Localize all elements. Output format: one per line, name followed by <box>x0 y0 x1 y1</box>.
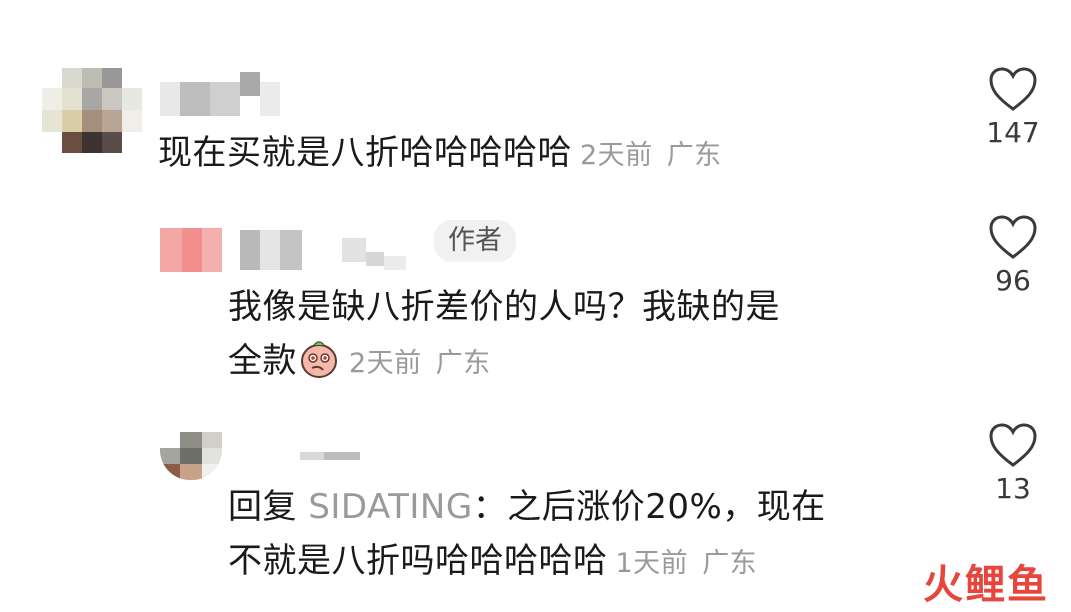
comment-time: 2天前 <box>349 348 422 379</box>
comment-text: 现在买就是八折哈哈哈哈哈 2天前 广东 <box>158 126 722 183</box>
watermark-logo: 火鲤鱼 <box>923 562 1049 608</box>
comment-meta: 2天前 广东 <box>580 140 722 171</box>
like-count: 147 <box>986 116 1040 149</box>
heart-icon[interactable] <box>988 214 1038 260</box>
username[interactable] <box>240 230 406 270</box>
reply-prefix: 回复 <box>228 487 297 527</box>
comment-meta: 2天前 广东 <box>349 348 491 379</box>
heart-icon[interactable] <box>988 66 1038 112</box>
like-button[interactable]: 13 <box>978 422 1048 505</box>
emoji-icon <box>301 341 337 378</box>
comment-body-line2-wrap: 不就是八折吗哈哈哈哈哈 1天前 广东 <box>228 534 826 591</box>
avatar[interactable] <box>160 228 222 272</box>
avatar[interactable] <box>160 432 222 480</box>
heart-icon[interactable] <box>988 422 1038 468</box>
like-count: 96 <box>995 264 1031 297</box>
comment-location: 广东 <box>435 348 491 379</box>
comment-text: 回复 SIDATING：之后涨价20%，现在 不就是八折吗哈哈哈哈哈 1天前 广东 <box>228 480 826 591</box>
username[interactable] <box>160 72 280 116</box>
comment-location: 广东 <box>702 548 758 579</box>
like-count: 13 <box>995 472 1031 505</box>
author-badge: 作者 <box>434 220 516 262</box>
reply-target[interactable]: SIDATING <box>308 487 472 527</box>
comment-meta: 1天前 广东 <box>616 548 758 579</box>
comment-time: 2天前 <box>580 140 653 171</box>
comment-time: 1天前 <box>615 548 689 579</box>
comment-body-line1: 我像是缺八折差价的人吗？我缺的是 <box>228 287 780 327</box>
comment-body-line2: 全款 <box>228 341 297 381</box>
comment-location: 广东 <box>666 140 722 171</box>
username[interactable] <box>300 452 360 460</box>
avatar[interactable] <box>42 68 142 153</box>
comment-body-line1: ：之后涨价20%，现在 <box>472 487 826 527</box>
comment-body-line2: 不就是八折吗哈哈哈哈哈 <box>228 541 608 581</box>
comment-body-line2-wrap: 全款 2天前 广东 <box>228 334 780 391</box>
comment-text: 我像是缺八折差价的人吗？我缺的是 全款 2天前 广东 <box>228 280 780 391</box>
comment-body-line1-wrap: 回复 SIDATING：之后涨价20%，现在 <box>228 480 826 534</box>
like-button[interactable]: 96 <box>978 214 1048 297</box>
like-button[interactable]: 147 <box>978 66 1048 149</box>
comment-body: 现在买就是八折哈哈哈哈哈 <box>158 133 572 173</box>
